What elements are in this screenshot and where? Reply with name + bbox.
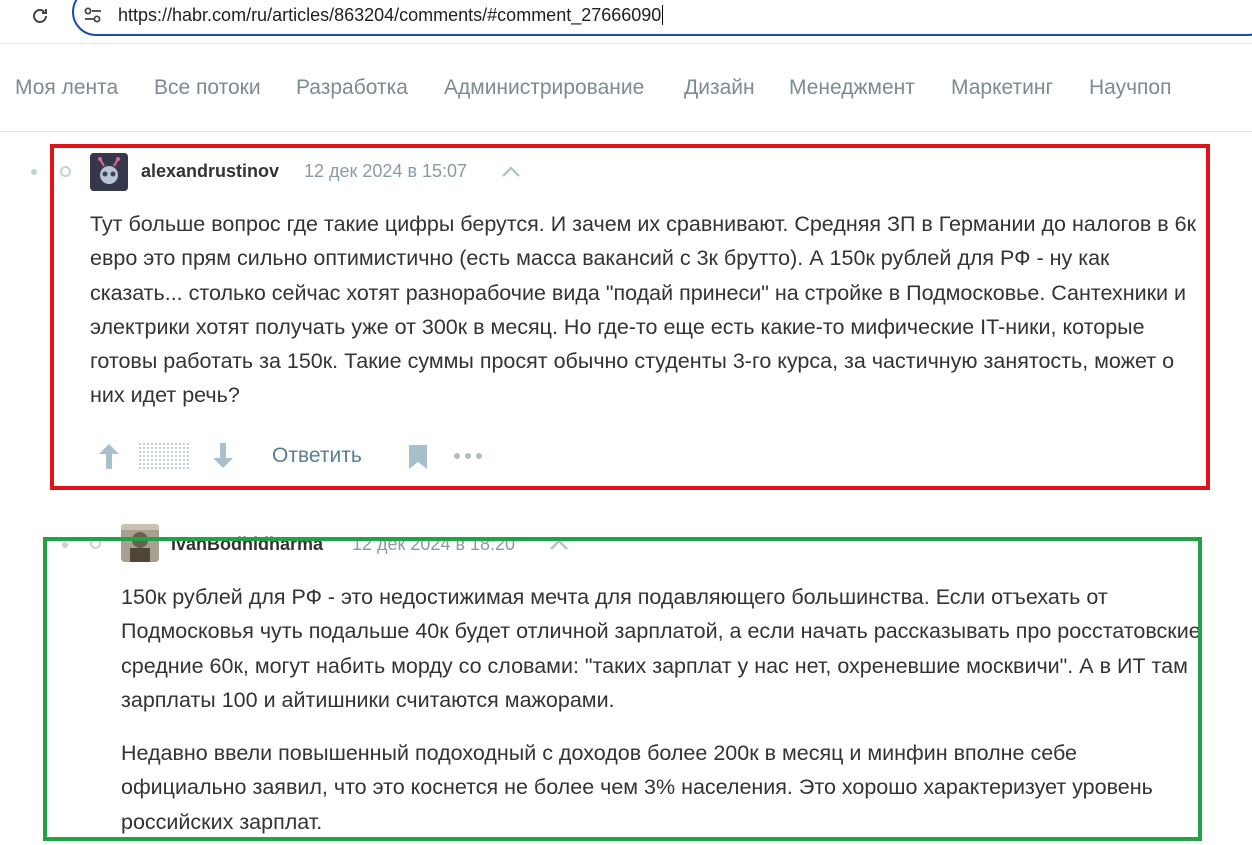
nav-item-development[interactable]: Разработка: [296, 76, 408, 100]
url-field[interactable]: https://habr.com/ru/articles/863204/comm…: [118, 5, 664, 26]
nav-item-administration[interactable]: Администрирование: [444, 76, 644, 100]
nav-item-design[interactable]: Дизайн: [684, 76, 755, 100]
thread-dot: [31, 169, 37, 175]
habr-nav-bar: Моя лента Все потоки Разработка Админист…: [0, 44, 1252, 132]
highlight-box-red: [50, 144, 1210, 490]
reload-icon[interactable]: [26, 3, 54, 29]
nav-item-marketing[interactable]: Маркетинг: [951, 76, 1053, 100]
nav-item-my-feed[interactable]: Моя лента: [15, 76, 118, 100]
highlight-box-green: [43, 537, 1202, 841]
nav-item-management[interactable]: Менеджмент: [789, 76, 915, 100]
text-cursor: [662, 5, 664, 25]
nav-item-popsci[interactable]: Научпоп: [1089, 76, 1171, 100]
site-settings-icon[interactable]: [82, 4, 104, 26]
nav-item-all-flows[interactable]: Все потоки: [154, 76, 261, 100]
browser-toolbar: https://habr.com/ru/articles/863204/comm…: [0, 0, 1252, 44]
